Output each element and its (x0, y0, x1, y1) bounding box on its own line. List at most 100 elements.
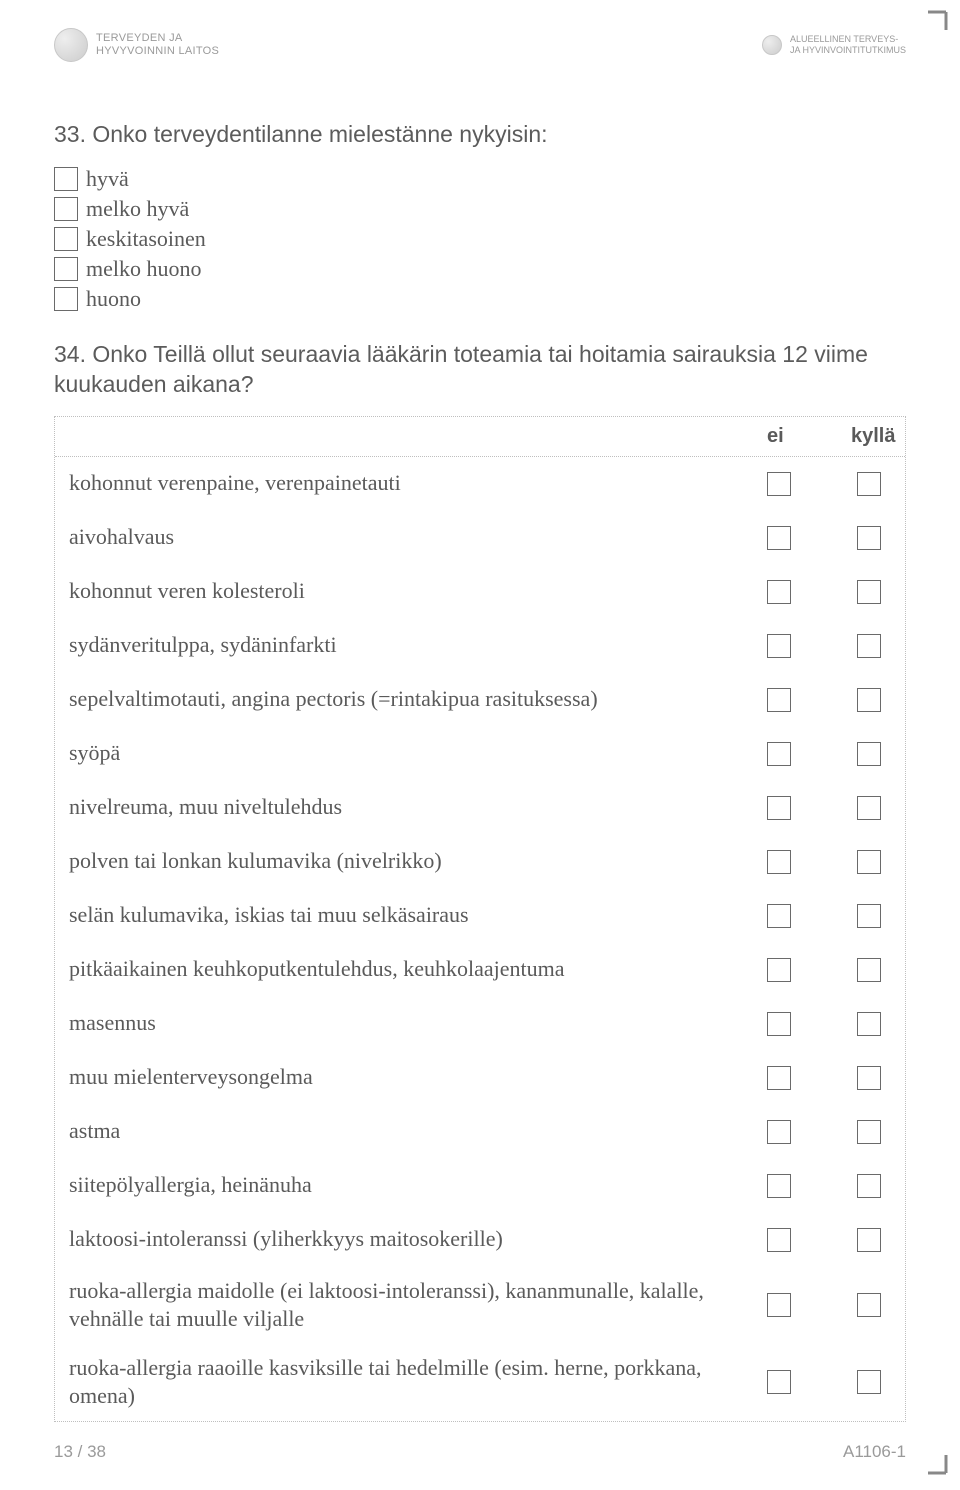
option-label: huono (86, 286, 141, 312)
condition-label: syöpä (69, 739, 120, 768)
condition-label: masennus (69, 1009, 156, 1038)
logo-line2: HYVYVOINNIN LAITOS (96, 45, 219, 58)
table-row: laktoosi-intoleranssi (yliherkkyys maito… (55, 1213, 905, 1267)
table-row: astma (55, 1105, 905, 1159)
checkbox-ei[interactable] (767, 1370, 791, 1394)
checkbox-ei[interactable] (767, 796, 791, 820)
q33-title: 33. Onko terveydentilanne mielestänne ny… (54, 120, 906, 150)
page-footer: 13 / 38 A1106-1 (54, 1442, 906, 1462)
table-row: polven tai lonkan kulumavika (nivelrikko… (55, 835, 905, 889)
checkbox-kylla[interactable] (857, 526, 881, 550)
checkbox-kylla[interactable] (857, 1293, 881, 1317)
condition-label: ruoka-allergia maidolle (ei laktoosi-int… (69, 1277, 709, 1334)
checkbox-ei[interactable] (767, 1012, 791, 1036)
checkbox-kylla[interactable] (857, 958, 881, 982)
q34-table: ei kyllä kohonnut verenpaine, verenpaine… (54, 416, 906, 1422)
table-row: siitepölyallergia, heinänuha (55, 1159, 905, 1213)
checkbox-kylla[interactable] (857, 796, 881, 820)
table-row: sydänveritulppa, sydäninfarkti (55, 619, 905, 673)
checkbox-kylla[interactable] (857, 904, 881, 928)
option-label: melko huono (86, 256, 202, 282)
crop-mark-icon (928, 8, 952, 37)
table-row: nivelreuma, muu niveltulehdus (55, 781, 905, 835)
checkbox[interactable] (54, 227, 78, 251)
q33-option: hyvä (54, 166, 906, 192)
logo-text-right: ALUEELLINEN TERVEYS- JA HYVINVOINTITUTKI… (790, 34, 906, 56)
column-header-kylla: kyllä (851, 425, 895, 448)
option-label: keskitasoinen (86, 226, 206, 252)
table-row: selän kulumavika, iskias tai muu selkäsa… (55, 889, 905, 943)
checkbox-ei[interactable] (767, 472, 791, 496)
header-logo-right: ALUEELLINEN TERVEYS- JA HYVINVOINTITUTKI… (762, 34, 906, 56)
q34-table-header: ei kyllä (55, 417, 905, 457)
checkbox-ei[interactable] (767, 1120, 791, 1144)
checkbox-kylla[interactable] (857, 580, 881, 604)
condition-label: siitepölyallergia, heinänuha (69, 1171, 312, 1200)
checkbox-ei[interactable] (767, 850, 791, 874)
condition-label: pitkäaikainen keuhkoputkentulehdus, keuh… (69, 955, 564, 984)
crop-mark-icon (928, 1453, 952, 1482)
q33-option: melko huono (54, 256, 906, 282)
question-33: 33. Onko terveydentilanne mielestänne ny… (54, 120, 906, 312)
checkbox-kylla[interactable] (857, 1066, 881, 1090)
condition-label: laktoosi-intoleranssi (yliherkkyys maito… (69, 1225, 503, 1254)
option-label: melko hyvä (86, 196, 189, 222)
checkbox-ei[interactable] (767, 1174, 791, 1198)
page-number: 13 / 38 (54, 1442, 106, 1462)
question-34: 34. Onko Teillä ollut seuraavia lääkärin… (54, 340, 906, 1422)
checkbox-ei[interactable] (767, 742, 791, 766)
checkbox-kylla[interactable] (857, 1174, 881, 1198)
checkbox-ei[interactable] (767, 958, 791, 982)
table-row: muu mielenterveysongelma (55, 1051, 905, 1105)
checkbox-ei[interactable] (767, 1228, 791, 1252)
page-header: TERVEYDEN JA HYVYVOINNIN LAITOS ALUEELLI… (54, 28, 906, 62)
condition-label: astma (69, 1117, 120, 1146)
checkbox-ei[interactable] (767, 526, 791, 550)
checkbox-kylla[interactable] (857, 1228, 881, 1252)
checkbox[interactable] (54, 287, 78, 311)
table-row: sepelvaltimotauti, angina pectoris (=rin… (55, 673, 905, 727)
checkbox-ei[interactable] (767, 1066, 791, 1090)
form-code: A1106-1 (843, 1442, 906, 1462)
condition-label: kohonnut verenpaine, verenpainetauti (69, 469, 401, 498)
table-row: syöpä (55, 727, 905, 781)
condition-label: nivelreuma, muu niveltulehdus (69, 793, 342, 822)
checkbox-ei[interactable] (767, 580, 791, 604)
condition-label: muu mielenterveysongelma (69, 1063, 313, 1092)
checkbox-ei[interactable] (767, 688, 791, 712)
checkbox-kylla[interactable] (857, 1370, 881, 1394)
condition-label: sydänveritulppa, sydäninfarkti (69, 631, 337, 660)
checkbox-kylla[interactable] (857, 1012, 881, 1036)
condition-label: polven tai lonkan kulumavika (nivelrikko… (69, 847, 442, 876)
checkbox-kylla[interactable] (857, 1120, 881, 1144)
q33-option: huono (54, 286, 906, 312)
checkbox-kylla[interactable] (857, 634, 881, 658)
q33-option: keskitasoinen (54, 226, 906, 252)
checkbox-ei[interactable] (767, 1293, 791, 1317)
table-row: kohonnut verenpaine, verenpainetauti (55, 457, 905, 511)
checkbox-kylla[interactable] (857, 688, 881, 712)
logo-icon (54, 28, 88, 62)
checkbox[interactable] (54, 167, 78, 191)
logo-text-left: TERVEYDEN JA HYVYVOINNIN LAITOS (96, 32, 219, 58)
logo-small-icon (762, 35, 782, 55)
condition-label: sepelvaltimotauti, angina pectoris (=rin… (69, 685, 598, 714)
checkbox[interactable] (54, 197, 78, 221)
checkbox-kylla[interactable] (857, 472, 881, 496)
column-header-ei: ei (767, 425, 784, 448)
table-row: ruoka-allergia maidolle (ei laktoosi-int… (55, 1267, 905, 1344)
logo-r-line2: JA HYVINVOINTITUTKIMUS (790, 45, 906, 56)
checkbox-kylla[interactable] (857, 850, 881, 874)
header-logo-left: TERVEYDEN JA HYVYVOINNIN LAITOS (54, 28, 219, 62)
condition-label: kohonnut veren kolesteroli (69, 577, 305, 606)
checkbox-kylla[interactable] (857, 742, 881, 766)
logo-line1: TERVEYDEN JA (96, 32, 219, 45)
checkbox[interactable] (54, 257, 78, 281)
condition-label: selän kulumavika, iskias tai muu selkäsa… (69, 901, 469, 930)
checkbox-ei[interactable] (767, 904, 791, 928)
option-label: hyvä (86, 166, 129, 192)
q33-options: hyvä melko hyvä keskitasoinen melko huono hu… (54, 166, 906, 312)
table-row: ruoka-allergia raaoille kasviksille tai … (55, 1344, 905, 1421)
checkbox-ei[interactable] (767, 634, 791, 658)
condition-label: aivohalvaus (69, 523, 174, 552)
